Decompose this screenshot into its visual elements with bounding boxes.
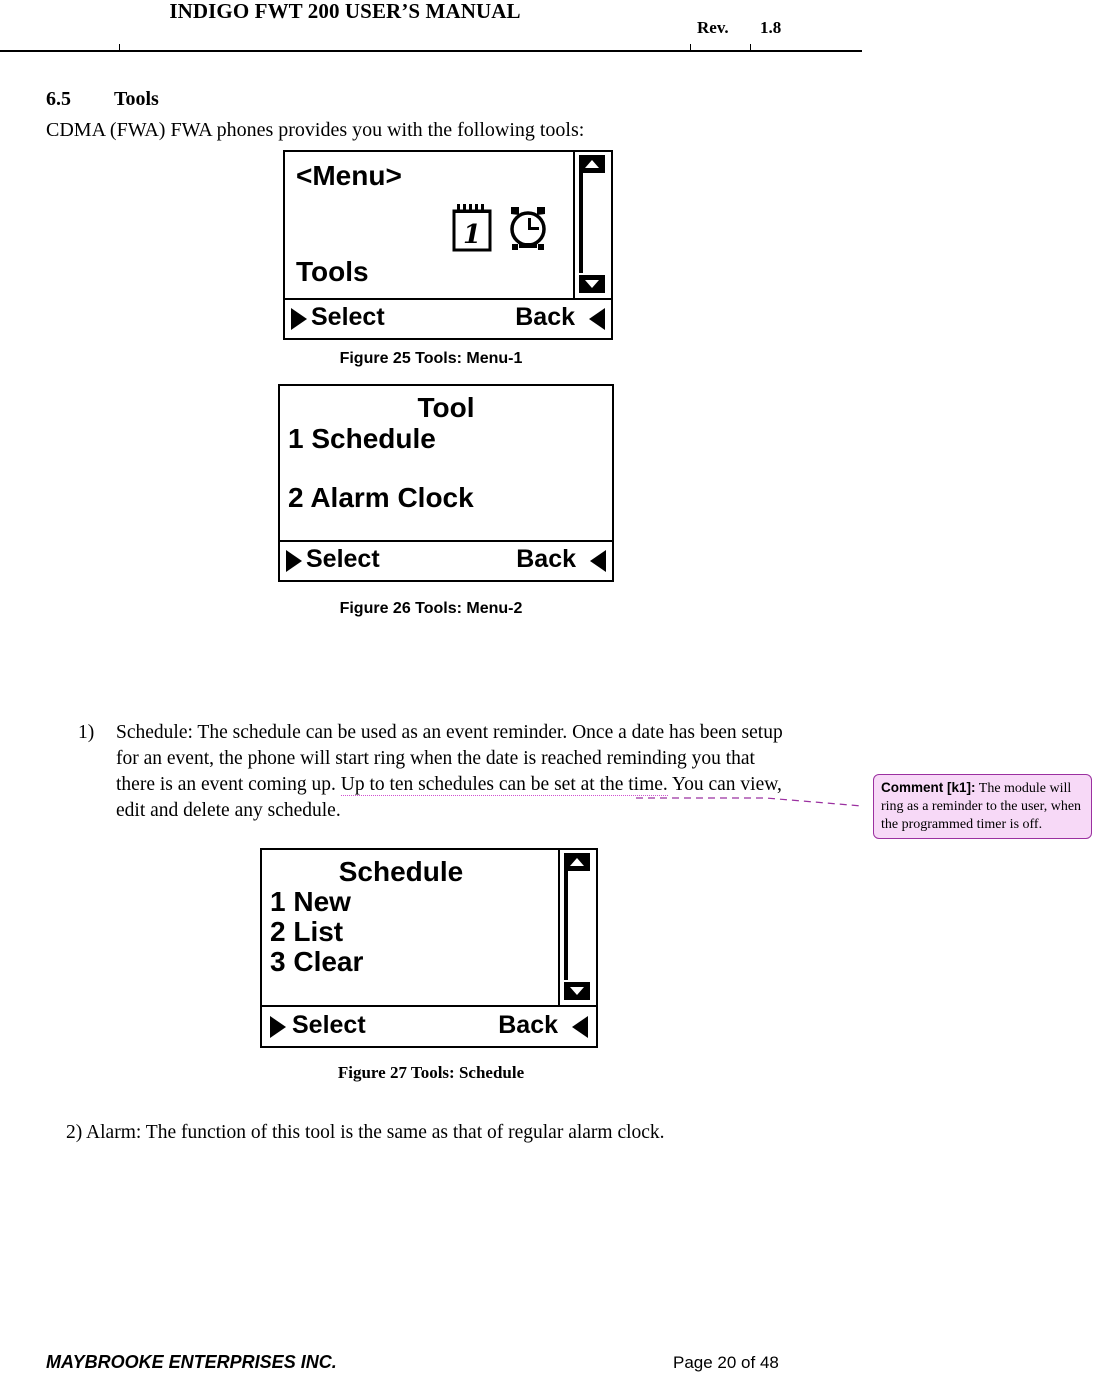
- softkey-select-label[interactable]: Select: [311, 303, 385, 332]
- scrollbar-track[interactable]: [564, 871, 568, 980]
- figure-25-screen-body: <Menu> 1 Tools: [285, 152, 611, 298]
- page-header: INDIGO FWT 200 USER’S MANUAL Rev. 1.8: [0, 0, 1098, 58]
- alarm-clock-icon-svg: [510, 207, 546, 250]
- figure-27-menu-item-2[interactable]: 2 List: [270, 916, 343, 948]
- figure-26-screen-body: Tool 1 Schedule 2 Alarm Clock: [280, 386, 612, 540]
- figure-25-screen: <Menu> 1 Tools Select Back: [283, 150, 613, 340]
- footer-company-name: MAYBROOKE ENTERPRISES INC.: [46, 1352, 337, 1372]
- chevron-up-icon: [585, 160, 599, 168]
- figure-27-screen-body: Schedule 1 New 2 List 3 Clear: [262, 850, 596, 1005]
- figure-26-menu-item-1[interactable]: 1 Schedule: [288, 423, 436, 455]
- chevron-down-icon: [585, 280, 599, 288]
- figure-25-caption: Figure 25 Tools: Menu-1: [339, 350, 523, 367]
- figure-26-menu-item-2[interactable]: 2 Alarm Clock: [288, 482, 474, 514]
- calendar-icon-svg: 1: [452, 204, 492, 252]
- svg-text:1: 1: [463, 220, 481, 250]
- header-rule-left: [0, 50, 690, 52]
- softkey-back-label[interactable]: Back: [498, 1011, 558, 1040]
- softkey-select-label[interactable]: Select: [292, 1011, 366, 1040]
- header-rule-tick-3: [750, 44, 751, 52]
- list-item-alarm: 2) Alarm: The function of this tool is t…: [66, 1122, 665, 1143]
- figure-27-menu-item-1[interactable]: 1 New: [270, 886, 351, 918]
- chevron-down-icon: [570, 987, 584, 995]
- header-rule-tick-1: [119, 44, 120, 52]
- page-footer: MAYBROOKE ENTERPRISES INC. Page 20 of 48: [0, 1352, 1098, 1381]
- list-item-marker: 1): [78, 722, 95, 743]
- scrollbar-up-button[interactable]: [564, 853, 590, 871]
- figure-27-scrollbar[interactable]: [558, 850, 596, 1005]
- softkey-right-arrow-icon: [572, 1016, 588, 1038]
- footer-page-number: Page 20 of 48: [673, 1353, 779, 1372]
- header-rule-right: [750, 50, 862, 52]
- figure-25-screen-title: <Menu>: [296, 160, 402, 191]
- scrollbar-up-button[interactable]: [579, 155, 605, 173]
- softkey-left-arrow-icon: [270, 1016, 286, 1038]
- header-rule-mid: [690, 50, 750, 52]
- revision-label: Rev.: [697, 18, 729, 37]
- softkey-left-arrow-icon: [291, 308, 307, 330]
- scrollbar-down-button[interactable]: [564, 982, 590, 1000]
- chevron-up-icon: [570, 858, 584, 866]
- figure-27-screen-title: Schedule: [338, 856, 464, 887]
- figure-27-screen: Schedule 1 New 2 List 3 Clear Select Bac…: [260, 848, 598, 1048]
- figure-26-caption: Figure 26 Tools: Menu-2: [339, 600, 523, 617]
- header-rule-tick-2: [690, 44, 691, 52]
- figure-26-screen: Tool 1 Schedule 2 Alarm Clock Select Bac…: [278, 384, 614, 582]
- figure-27-caption: Figure 27 Tools: Schedule: [337, 1063, 525, 1082]
- scrollbar-down-button[interactable]: [579, 275, 605, 293]
- comment-balloon[interactable]: Comment [k1]: The module will ring as a …: [873, 774, 1092, 839]
- comment-anchor-text: Up to ten schedules can be set at the ti…: [340, 774, 668, 796]
- calendar-icon: 1: [452, 204, 492, 252]
- figure-25-selected-label: Tools: [296, 256, 369, 287]
- section-number: 6.5: [46, 88, 71, 110]
- section-heading: 6.5 Tools: [46, 88, 159, 111]
- figure-26-screen-title: Tool: [417, 392, 475, 423]
- softkey-back-label[interactable]: Back: [516, 545, 576, 574]
- scrollbar-track[interactable]: [579, 173, 583, 273]
- softkey-select-label[interactable]: Select: [306, 545, 380, 574]
- figure-27-menu-item-3[interactable]: 3 Clear: [270, 946, 363, 978]
- figure-25-softkey-bar: Select Back: [285, 298, 611, 338]
- comment-label: Comment [k1]:: [881, 780, 976, 795]
- softkey-left-arrow-icon: [286, 550, 302, 572]
- softkey-back-label[interactable]: Back: [515, 303, 575, 332]
- section-title: Tools: [114, 88, 159, 110]
- intro-paragraph: CDMA (FWA) FWA phones provides you with …: [46, 119, 585, 141]
- figure-25-scrollbar[interactable]: [573, 152, 611, 298]
- figure-27-softkey-bar: Select Back: [262, 1005, 596, 1046]
- figure-26-softkey-bar: Select Back: [280, 540, 612, 580]
- softkey-right-arrow-icon: [589, 308, 605, 330]
- document-title: INDIGO FWT 200 USER’S MANUAL: [169, 0, 521, 23]
- alarm-clock-icon: [507, 204, 549, 252]
- comment-leader-line: [636, 797, 862, 807]
- softkey-right-arrow-icon: [590, 550, 606, 572]
- revision-value: 1.8: [760, 18, 782, 37]
